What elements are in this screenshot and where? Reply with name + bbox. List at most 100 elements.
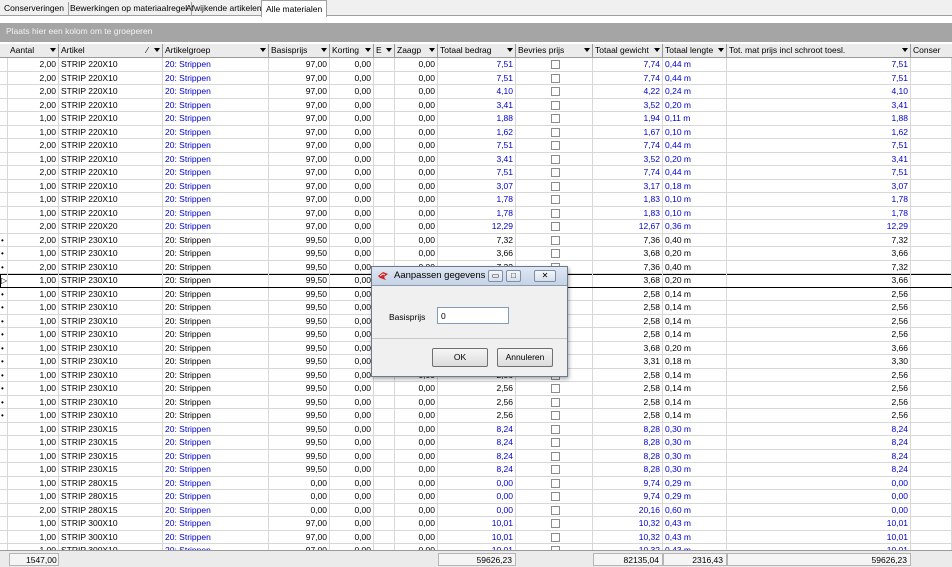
cell-artikel[interactable]: STRIP 230X10: [59, 355, 163, 368]
cell-basis[interactable]: 99,50: [269, 341, 330, 355]
cell-aantal[interactable]: 2,00: [8, 58, 59, 71]
cell-gewicht[interactable]: 10,32: [593, 517, 663, 530]
cell-gewicht[interactable]: 2,58: [593, 382, 663, 395]
cell-zaag[interactable]: 0,00: [395, 179, 438, 193]
cell-lengte[interactable]: 0,14 m: [663, 382, 727, 395]
cell-aantal[interactable]: 1,00: [8, 355, 59, 368]
cell-totmat[interactable]: 3,66: [727, 341, 911, 355]
cell-groep[interactable]: 20: Strippen: [163, 247, 269, 260]
row-indicator[interactable]: [0, 193, 8, 206]
cell-bedrag[interactable]: 1,78: [438, 206, 516, 220]
cell-lengte[interactable]: 0,30 m: [663, 463, 727, 476]
cell-aantal[interactable]: 1,00: [8, 436, 59, 449]
cell-lengte[interactable]: 0,30 m: [663, 436, 727, 449]
table-row[interactable]: 2,00 STRIP 220X10 20: Strippen 97,00 0,00 0,0…: [0, 98, 952, 112]
row-indicator[interactable]: [0, 206, 8, 220]
cell-totmat[interactable]: 2,56: [727, 395, 911, 409]
column-header-totaal-gewicht[interactable]: Totaal gewicht: [593, 44, 663, 58]
cell-artikel[interactable]: STRIP 220X10: [59, 58, 163, 71]
cell-basis[interactable]: 97,00: [269, 530, 330, 544]
cell-zaag[interactable]: 0,00: [395, 463, 438, 476]
cell-artikel[interactable]: STRIP 220X20: [59, 220, 163, 233]
cell-totmat[interactable]: 3,30: [727, 355, 911, 368]
cell-korting[interactable]: 0,00: [330, 139, 374, 152]
row-indicator[interactable]: [0, 220, 8, 233]
cell-artikel[interactable]: STRIP 220X10: [59, 179, 163, 193]
cell-zaag[interactable]: 0,00: [395, 71, 438, 85]
cell-lengte[interactable]: 0,14 m: [663, 395, 727, 409]
cell-zaag[interactable]: 0,00: [395, 517, 438, 530]
cell-basis[interactable]: 99,50: [269, 395, 330, 409]
cell-zaag[interactable]: 0,00: [395, 436, 438, 449]
freeze-price-cell[interactable]: [516, 382, 593, 395]
cell-bedrag[interactable]: 7,51: [438, 139, 516, 152]
cell-aantal[interactable]: 2,00: [8, 139, 59, 152]
cell-zaag[interactable]: 0,00: [395, 409, 438, 422]
freeze-price-cell[interactable]: [516, 247, 593, 260]
row-indicator[interactable]: [0, 476, 8, 490]
cell-groep[interactable]: 20: Strippen: [163, 233, 269, 247]
cell-groep[interactable]: 20: Strippen: [163, 503, 269, 517]
freeze-price-cell[interactable]: [516, 71, 593, 85]
table-row[interactable]: 1,00 STRIP 220X10 20: Strippen 97,00 0,00 0,0…: [0, 206, 952, 220]
cell-zaag[interactable]: 0,00: [395, 247, 438, 260]
cell-gewicht[interactable]: 2,58: [593, 368, 663, 382]
freeze-price-checkbox[interactable]: [551, 235, 560, 245]
cell-groep[interactable]: 20: Strippen: [163, 71, 269, 85]
cell-aantal[interactable]: 2,00: [8, 220, 59, 233]
cell-aantal[interactable]: 1,00: [8, 152, 59, 166]
freeze-price-checkbox[interactable]: [551, 141, 560, 150]
cell-gewicht[interactable]: 2,58: [593, 328, 663, 341]
cell-totmat[interactable]: 2,56: [727, 287, 911, 301]
freeze-price-cell[interactable]: [516, 152, 593, 166]
cell-bedrag[interactable]: 8,24: [438, 436, 516, 449]
cell-lengte[interactable]: 0,30 m: [663, 449, 727, 463]
filter-dropdown-icon[interactable]: [718, 48, 724, 52]
freeze-price-cell[interactable]: [516, 193, 593, 206]
freeze-price-cell[interactable]: [516, 449, 593, 463]
cell-aantal[interactable]: 1,00: [8, 409, 59, 422]
cell-basis[interactable]: 97,00: [269, 193, 330, 206]
cell-basis[interactable]: 97,00: [269, 166, 330, 179]
filter-dropdown-icon[interactable]: [365, 48, 371, 52]
row-indicator[interactable]: [0, 179, 8, 193]
cell-lengte[interactable]: 0,20 m: [663, 247, 727, 260]
cell-lengte[interactable]: 0,18 m: [663, 355, 727, 368]
cell-groep[interactable]: 20: Strippen: [163, 274, 269, 287]
freeze-price-checkbox[interactable]: [551, 505, 560, 515]
cell-bedrag[interactable]: 0,00: [438, 503, 516, 517]
cell-basis[interactable]: 97,00: [269, 152, 330, 166]
cell-groep[interactable]: 20: Strippen: [163, 382, 269, 395]
cell-groep[interactable]: 20: Strippen: [163, 436, 269, 449]
cell-basis[interactable]: 99,50: [269, 274, 330, 287]
cell-lengte[interactable]: 0,20 m: [663, 152, 727, 166]
cell-korting[interactable]: 0,00: [330, 206, 374, 220]
cell-aantal[interactable]: 1,00: [8, 530, 59, 544]
cell-basis[interactable]: 97,00: [269, 517, 330, 530]
cell-aantal[interactable]: 1,00: [8, 449, 59, 463]
cell-totmat[interactable]: 2,56: [727, 409, 911, 422]
filter-dropdown-icon[interactable]: [386, 48, 392, 52]
freeze-price-cell[interactable]: [516, 220, 593, 233]
cell-aantal[interactable]: 1,00: [8, 287, 59, 301]
cell-bedrag[interactable]: 8,24: [438, 463, 516, 476]
row-indicator[interactable]: •: [0, 328, 8, 341]
row-indicator[interactable]: [0, 166, 8, 179]
cell-groep[interactable]: 20: Strippen: [163, 355, 269, 368]
freeze-price-checkbox[interactable]: [551, 60, 560, 69]
cell-korting[interactable]: 0,00: [330, 476, 374, 490]
cell-basis[interactable]: 97,00: [269, 220, 330, 233]
cell-lengte[interactable]: 0,36 m: [663, 220, 727, 233]
column-header-zaagp[interactable]: Zaagp: [395, 44, 438, 58]
group-by-panel[interactable]: Plaats hier een kolom om te groeperen: [0, 23, 952, 42]
cell-totmat[interactable]: 12,29: [727, 220, 911, 233]
filter-dropdown-icon[interactable]: [654, 48, 660, 52]
tab-conserveringen[interactable]: Conserveringen: [0, 2, 70, 16]
cell-lengte[interactable]: 0,29 m: [663, 476, 727, 490]
freeze-price-checkbox[interactable]: [551, 87, 560, 96]
cell-totmat[interactable]: 2,56: [727, 328, 911, 341]
cell-totmat[interactable]: 2,56: [727, 314, 911, 328]
cell-korting[interactable]: 0,00: [330, 125, 374, 139]
cell-basis[interactable]: 99,50: [269, 368, 330, 382]
cell-artikel[interactable]: STRIP 220X10: [59, 193, 163, 206]
